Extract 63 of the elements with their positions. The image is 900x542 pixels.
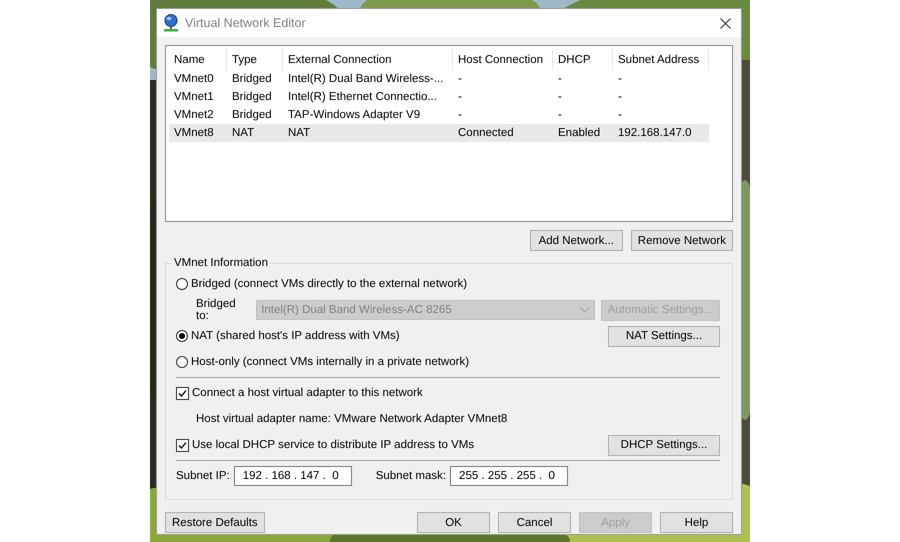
column-header[interactable]: External Connection [283, 49, 453, 70]
table-cell-text: 192.168.147.0 [617, 127, 693, 139]
table-cell-text: VMnet8 [173, 127, 215, 139]
field-label: Subnet IP: [176, 470, 230, 482]
push-button[interactable]: OK [417, 512, 490, 533]
table-cell-text: Bridged [231, 91, 273, 103]
ip-field[interactable]: 192 . 168 . 147 . 0 [234, 466, 352, 486]
table-cell-text: Intel(R) Dual Band Wireless-... [287, 73, 444, 85]
table-cell-text: Bridged [231, 73, 273, 85]
table-row[interactable]: VMnet8 NAT NAT Connected Enabled 192.168.147.0 [169, 124, 709, 142]
table-cell-text: Intel(R) Ethernet Connectio... [287, 91, 438, 103]
table-cell-text: - [617, 91, 623, 103]
radio-button[interactable] [176, 330, 188, 342]
table-cell-text: - [557, 109, 563, 121]
chevron-icon [580, 307, 590, 313]
table-cell-text: VMnet0 [173, 73, 215, 85]
push-button[interactable]: Add Network... [530, 230, 623, 251]
table-cell-text: - [617, 109, 623, 121]
radio-button[interactable] [176, 356, 188, 368]
adapter-name: Host virtual adapter name: VMware Network Adapter VMnet8 [195, 412, 508, 427]
group-title: VMnet Information [173, 257, 269, 269]
column-header[interactable]: Name [169, 49, 227, 70]
table-cell-text: - [617, 73, 623, 85]
table-cell-text: NAT [231, 127, 256, 139]
table-row[interactable]: VMnet0 Bridged Intel(R) Dual Band Wireless-... - - - [169, 70, 729, 88]
globe-icon [163, 14, 179, 32]
push-button[interactable]: Help [660, 512, 733, 533]
radio-button[interactable] [176, 278, 188, 290]
checkbox-label[interactable]: Use local DHCP service to distribute IP address to VMs [192, 439, 474, 451]
table-cell-text: TAP-Windows Adapter V9 [287, 109, 422, 121]
column-header[interactable]: Subnet Address [613, 49, 709, 70]
push-button[interactable]: Remove Network [630, 230, 733, 251]
push-button[interactable]: Cancel [498, 512, 571, 533]
table-row[interactable]: VMnet2 Bridged TAP-Windows Adapter V9 - - - [169, 106, 729, 124]
radio-label[interactable]: Host-only (connect VMs internally in a private network) [191, 356, 470, 368]
checkbox[interactable] [176, 386, 189, 400]
push-button[interactable]: NAT Settings... [608, 326, 720, 346]
column-header[interactable]: DHCP [553, 49, 613, 70]
table-cell-text: - [457, 109, 463, 121]
checkbox-label[interactable]: Connect a host virtual adapter to this network [192, 387, 423, 399]
checkbox[interactable] [176, 438, 189, 452]
window-title: Virtual Network Editor [185, 16, 307, 30]
table-cell-text: Connected [457, 127, 515, 139]
table-cell-text: VMnet2 [173, 109, 215, 121]
column-header[interactable]: Type [227, 49, 283, 70]
field-label: Bridged to: [196, 298, 237, 322]
table-cell-text: - [457, 91, 463, 103]
push-button[interactable]: Restore Defaults [165, 512, 265, 533]
close-icon [720, 18, 731, 28]
table-row[interactable]: VMnet1 Bridged Intel(R) Ethernet Connectio... - - - [169, 88, 729, 106]
table-cell-text: - [457, 73, 463, 85]
table-cell-text: VMnet1 [173, 91, 215, 103]
column-header[interactable]: Host Connection [453, 49, 553, 70]
push-button[interactable]: DHCP Settings... [608, 434, 720, 456]
table-cell-text: Bridged [231, 109, 273, 121]
field-label: Subnet mask: [376, 470, 446, 482]
radio-label[interactable]: Bridged (connect VMs directly to the external network) [191, 278, 468, 290]
table-cell-text: Enabled [557, 127, 602, 139]
table-cell-text: NAT [287, 127, 312, 139]
table-cell-text: - [557, 73, 563, 85]
table-cell-text: - [557, 91, 563, 103]
mask-field[interactable]: 255 . 255 . 255 . 0 [450, 466, 568, 486]
radio-label[interactable]: NAT (shared host's IP address with VMs) [191, 330, 400, 342]
